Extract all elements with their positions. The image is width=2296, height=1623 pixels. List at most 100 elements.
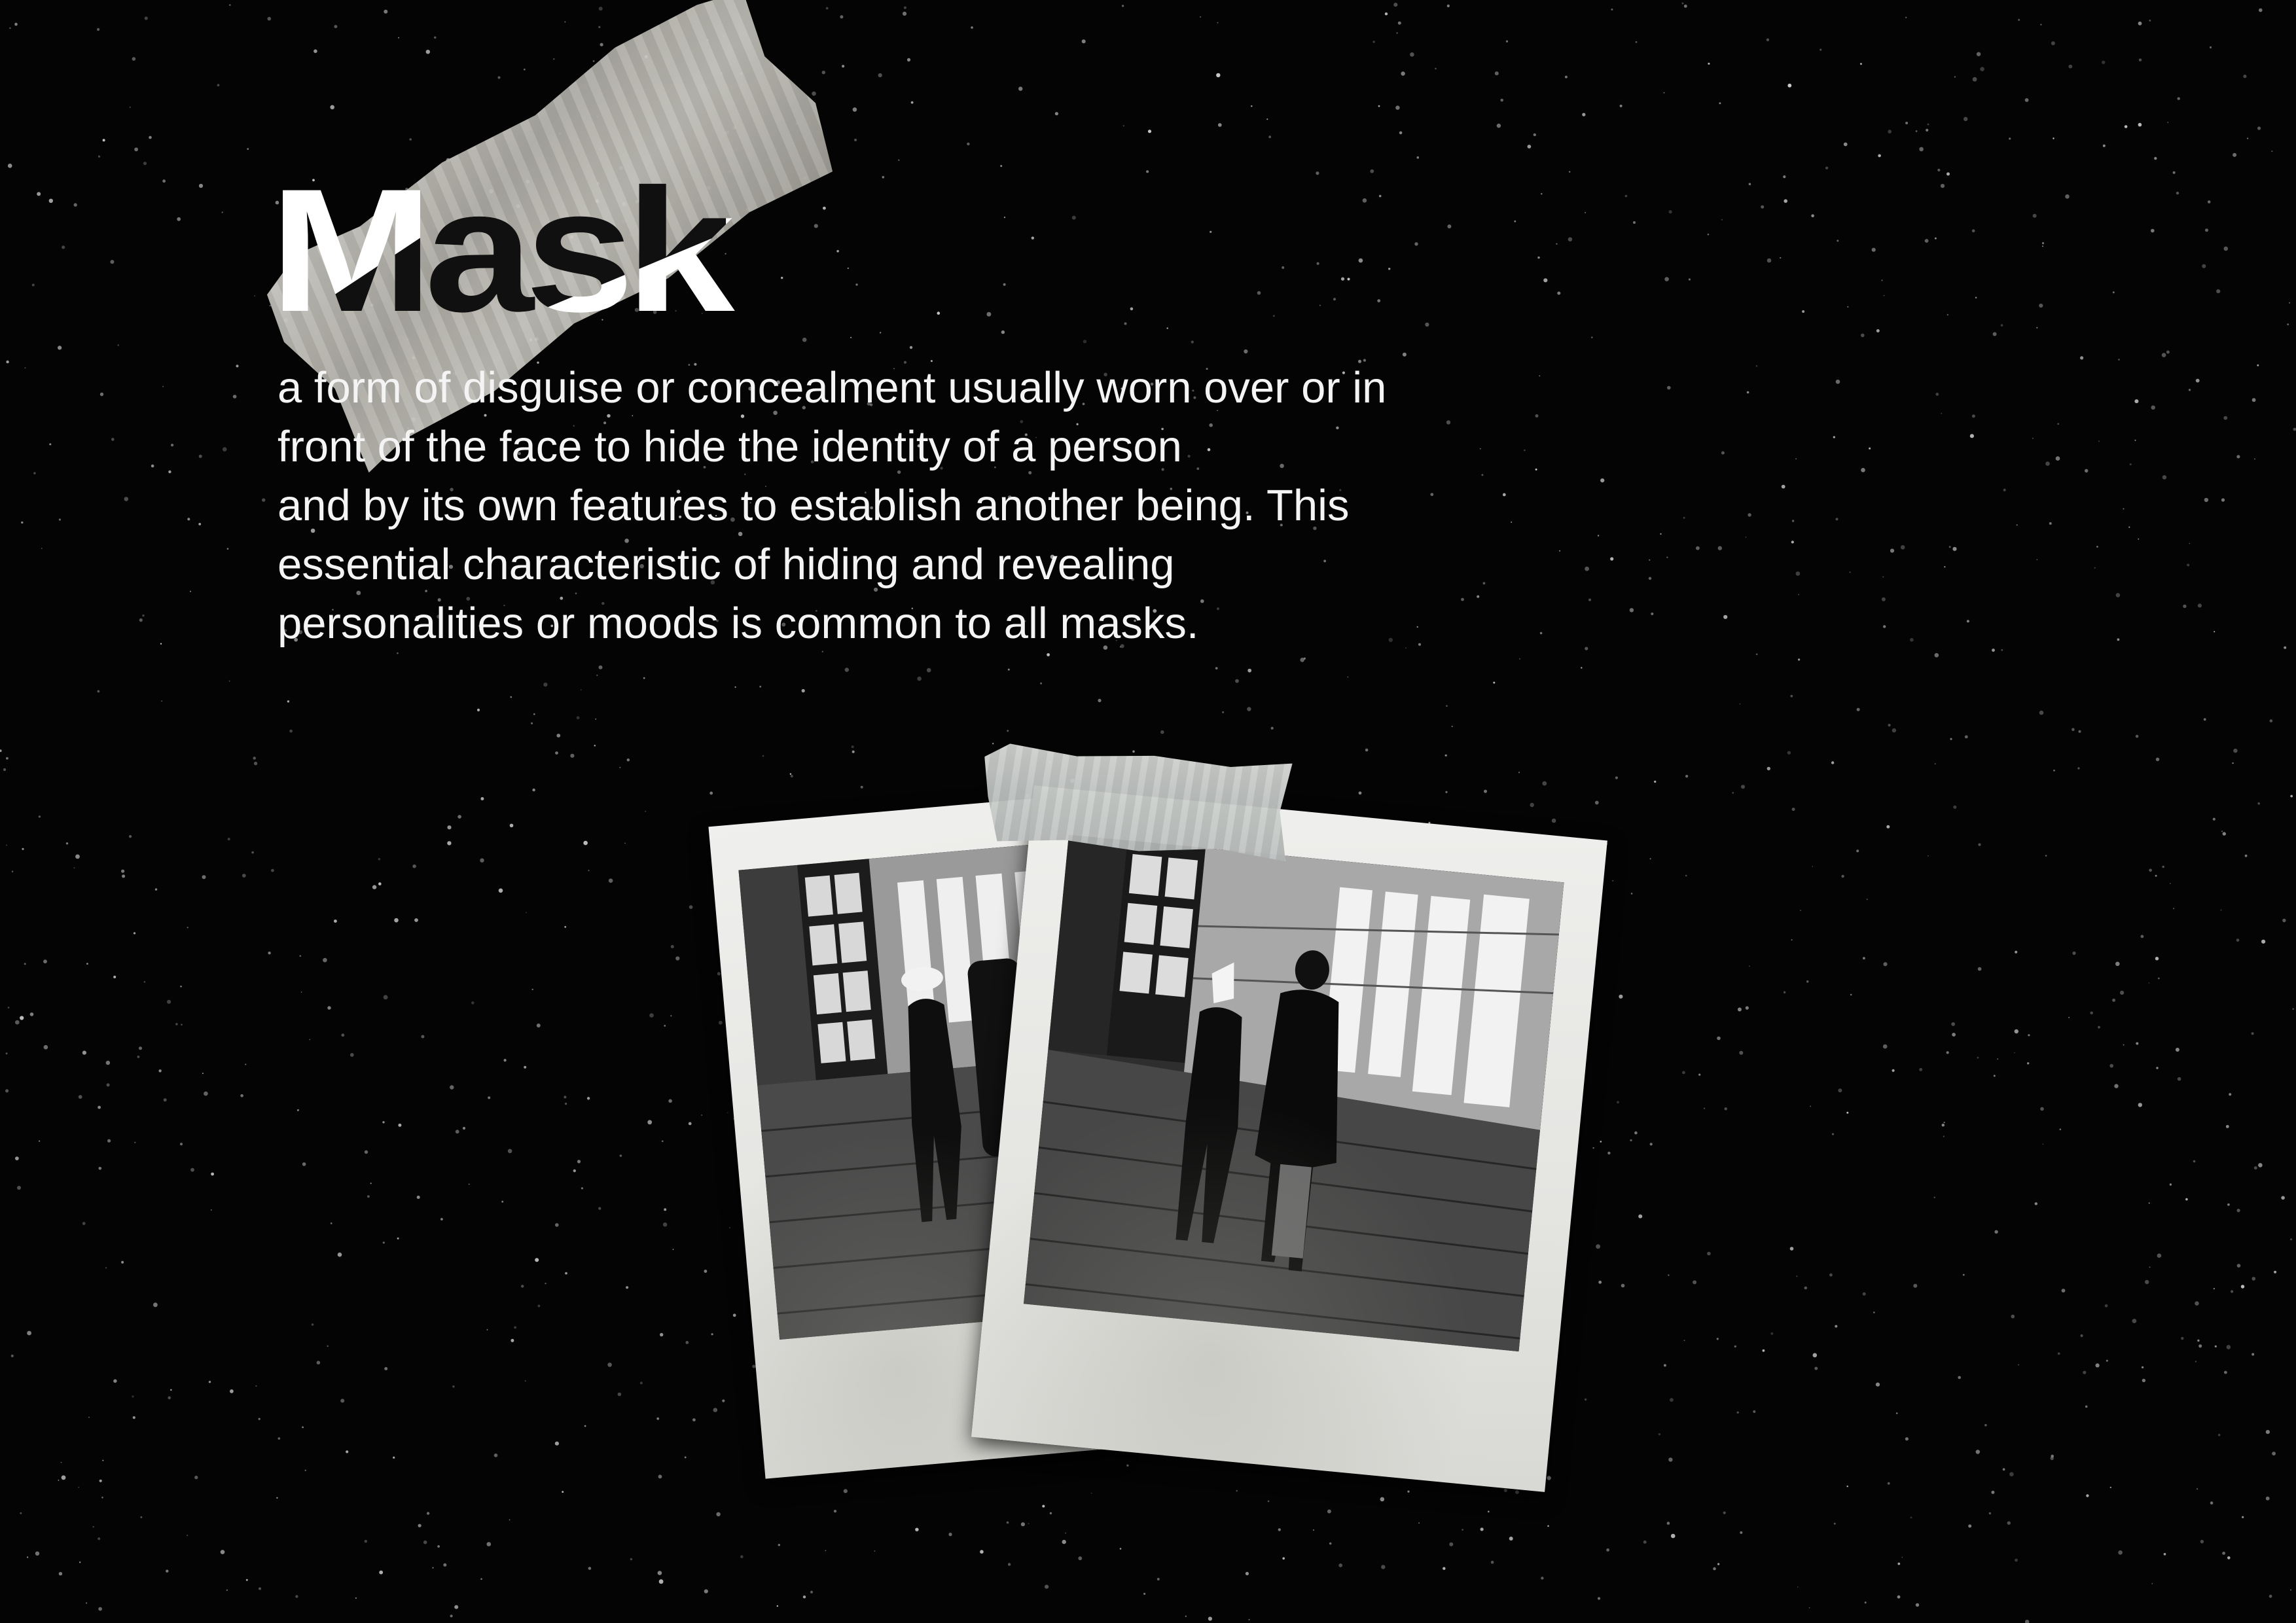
- speckle-dot: [144, 16, 148, 20]
- speckle-dot: [1798, 594, 1800, 596]
- speckle-dot: [2220, 909, 2222, 911]
- speckle-dot: [2053, 137, 2054, 139]
- speckle-dot: [1365, 748, 1369, 752]
- speckle-dot: [509, 1519, 511, 1521]
- speckle-dot: [1480, 1527, 1484, 1531]
- speckle-dot: [2274, 1270, 2277, 1274]
- speckle-dot: [2227, 1203, 2230, 1206]
- speckle-dot: [1418, 1522, 1420, 1524]
- speckle-dot: [619, 1154, 622, 1157]
- speckle-dot: [1881, 597, 1886, 601]
- speckle-dot: [1977, 1056, 1979, 1059]
- speckle-dot: [194, 1475, 198, 1480]
- speckle-dot: [842, 65, 845, 68]
- speckle-dot: [1784, 199, 1787, 204]
- speckle-dot: [1316, 262, 1319, 265]
- speckle-dot: [2115, 961, 2120, 967]
- speckle-dot: [825, 1550, 827, 1552]
- speckle-dot: [2098, 1026, 2100, 1029]
- speckle-dot: [2287, 323, 2289, 325]
- speckle-dot: [190, 1168, 194, 1172]
- speckle-dot: [684, 1456, 687, 1459]
- speckle-dot: [533, 713, 535, 715]
- speckle-dot: [2040, 1107, 2044, 1111]
- speckle-dot: [2242, 1516, 2244, 1518]
- speckle-dot: [41, 548, 43, 549]
- speckle-dot: [180, 986, 182, 988]
- definition-line: essential characteristic of hiding and r…: [278, 540, 1175, 589]
- speckle-dot: [414, 918, 418, 922]
- speckle-dot: [524, 1065, 527, 1069]
- speckle-dot: [740, 1555, 744, 1558]
- speckle-dot: [594, 745, 596, 747]
- speckle-dot: [1090, 1492, 1092, 1494]
- speckle-dot: [2195, 1361, 2197, 1363]
- speckle-dot: [2068, 64, 2073, 69]
- speckle-dot: [1766, 38, 1770, 41]
- speckle-dot: [1762, 1349, 1765, 1352]
- speckle-dot: [1883, 625, 1886, 628]
- speckle-dot: [2189, 543, 2191, 544]
- speckle-dot: [1370, 169, 1374, 173]
- speckle-dot: [1767, 258, 1772, 263]
- speckle-dot: [511, 1338, 514, 1342]
- speckle-dot: [1606, 1548, 1610, 1552]
- speckle-dot: [443, 1563, 447, 1567]
- speckle-dot: [1717, 1036, 1721, 1041]
- speckle-dot: [1643, 1540, 1647, 1544]
- speckle-dot: [486, 1542, 492, 1546]
- speckle-dot: [1414, 242, 1418, 246]
- speckle-dot: [581, 1187, 584, 1190]
- speckle-dot: [267, 16, 272, 21]
- speckle-dot: [1748, 513, 1751, 517]
- speckle-dot: [1542, 781, 1547, 786]
- speckle-dot: [1812, 1353, 1818, 1358]
- speckle-dot: [992, 743, 994, 745]
- speckle-dot: [1494, 71, 1499, 76]
- speckle-dot: [226, 1589, 228, 1591]
- speckle-dot: [1551, 818, 1556, 823]
- speckle-dot: [2057, 1352, 2060, 1355]
- speckle-dot: [2049, 522, 2052, 525]
- speckle-dot: [1783, 991, 1786, 994]
- speckle-dot: [1045, 1584, 1049, 1589]
- speckle-dot: [1447, 224, 1452, 228]
- speckle-dot: [476, 708, 480, 711]
- speckle-dot: [608, 878, 613, 883]
- speckle-dot: [564, 1096, 567, 1099]
- speckle-dot: [334, 25, 338, 29]
- speckle-dot: [397, 1237, 399, 1240]
- speckle-dot: [1943, 1135, 1945, 1137]
- speckle-dot: [124, 497, 129, 501]
- speckle-dot: [2261, 939, 2266, 944]
- speckle-dot: [1732, 792, 1734, 794]
- speckle-dot: [1971, 414, 1975, 418]
- speckle-dot: [2197, 1488, 2198, 1490]
- speckle-dot: [24, 963, 26, 965]
- speckle-dot: [626, 758, 630, 762]
- speckle-dot: [179, 1143, 183, 1146]
- speckle-dot: [1666, 1522, 1670, 1525]
- speckle-dot: [1449, 1542, 1454, 1546]
- speckle-dot: [1971, 229, 1975, 233]
- speckle-dot: [2078, 730, 2081, 733]
- speckle-dot: [106, 1083, 110, 1087]
- speckle-dot: [2104, 1304, 2108, 1308]
- speckle-dot: [688, 1122, 692, 1126]
- speckle-dot: [1958, 1376, 1961, 1380]
- speckle-dot: [1166, 327, 1168, 329]
- speckle-dot: [450, 1085, 454, 1090]
- speckle-dot: [2018, 18, 2020, 21]
- speckle-dot: [1724, 1107, 1727, 1111]
- speckle-dot: [2223, 416, 2228, 420]
- speckle-dot: [1500, 98, 1503, 102]
- speckle-dot: [450, 1614, 453, 1618]
- speckle-dot: [2193, 1160, 2196, 1163]
- speckle-dot: [1892, 1069, 1895, 1072]
- speckle-dot: [1739, 703, 1741, 705]
- speckle-dot: [583, 840, 588, 846]
- speckle-dot: [1235, 679, 1239, 683]
- speckle-dot: [1668, 210, 1672, 214]
- speckle-dot: [1993, 1075, 1996, 1077]
- speckle-dot: [10, 1354, 14, 1357]
